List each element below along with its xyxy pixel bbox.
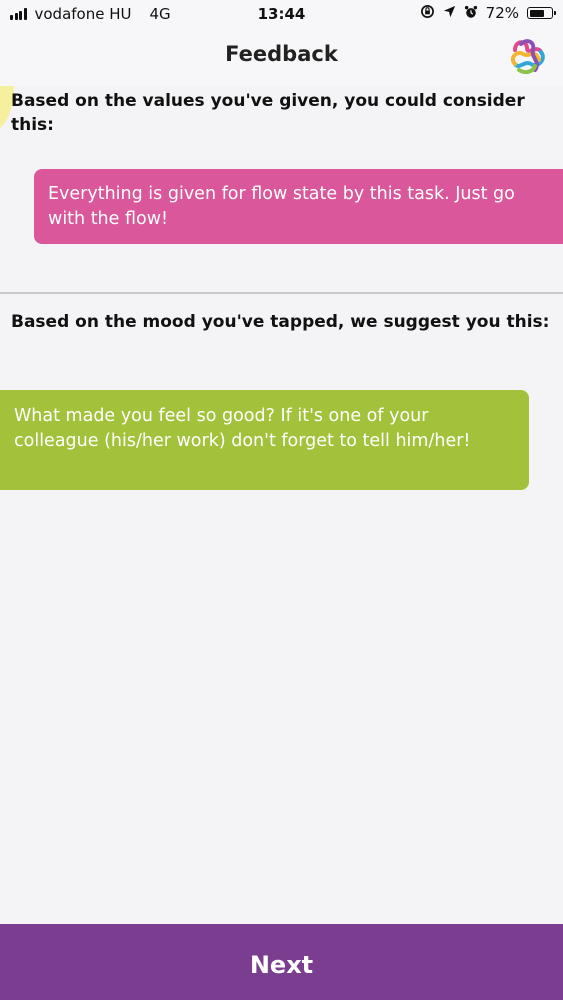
colorful-knot-logo-icon[interactable]: [507, 36, 549, 78]
feedback-screen: vodafone HU 4G 13:44 72% Feedback Based …: [0, 0, 563, 1000]
nav-header: Feedback: [0, 30, 563, 86]
section-divider: [0, 292, 563, 294]
mood-feedback-label: Based on the mood you've tapped, we sugg…: [11, 312, 550, 332]
rotation-lock-icon: [420, 4, 435, 22]
mood-feedback-message: What made you feel so good? If it's one …: [0, 390, 529, 490]
status-bar: vodafone HU 4G 13:44 72%: [0, 0, 563, 30]
page-title: Feedback: [225, 42, 338, 66]
battery-percent: 72%: [485, 4, 519, 22]
battery-icon: [527, 7, 556, 19]
location-arrow-icon: [443, 5, 456, 21]
status-right: 72%: [420, 4, 556, 22]
next-button[interactable]: Next: [0, 924, 563, 1000]
alarm-icon: [464, 5, 478, 22]
battery-fill: [529, 9, 544, 17]
value-feedback-label: Based on the values you've given, you co…: [11, 91, 525, 135]
value-feedback-message: Everything is given for flow state by th…: [34, 169, 563, 244]
next-button-label: Next: [249, 951, 314, 979]
